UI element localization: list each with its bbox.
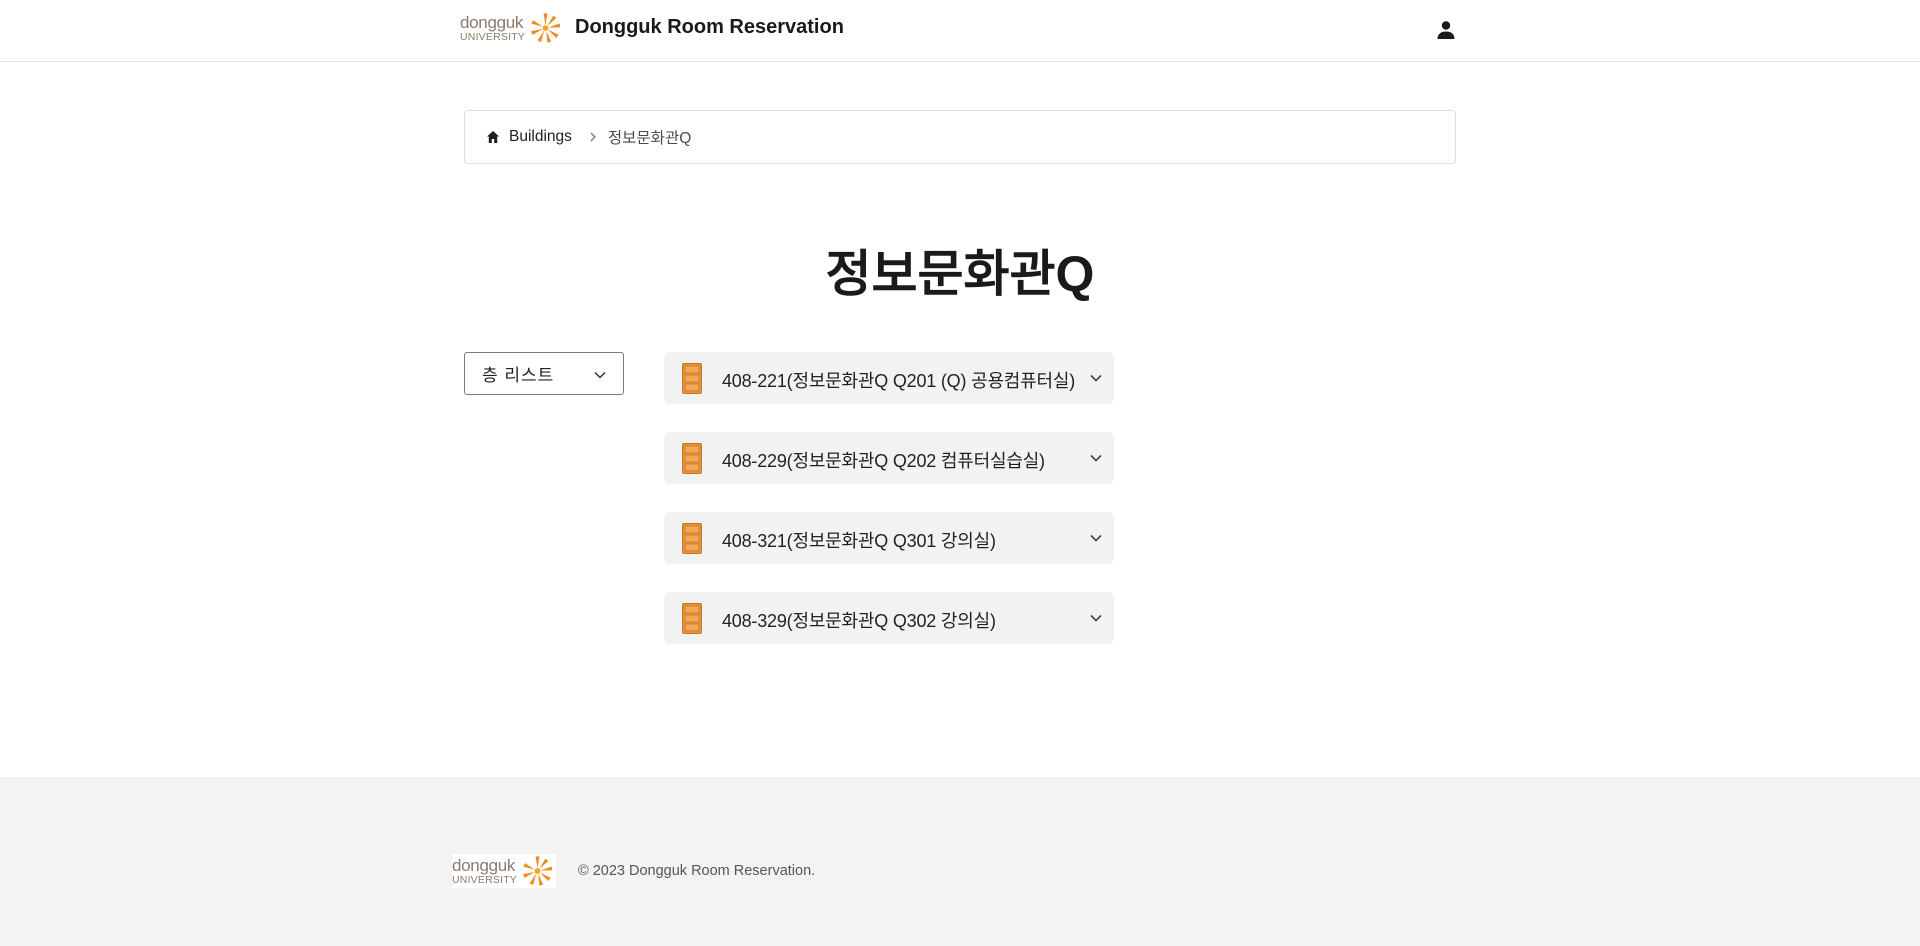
room-card[interactable]: 408-221(정보문화관Q Q201 (Q) 공용컴퓨터실) — [664, 352, 1114, 404]
door-icon — [682, 443, 702, 474]
sunburst-logo-icon — [531, 13, 561, 43]
room-name: 408-229(정보문화관Q Q202 컴퓨터실습실) — [722, 451, 1045, 471]
footer: dongguk UNIVERSITY © 2023 Dongguk Room R… — [0, 777, 1920, 946]
home-icon[interactable] — [486, 130, 500, 144]
chevron-right-icon — [590, 132, 596, 142]
door-icon — [682, 523, 702, 554]
floor-list-label: 층 리스트 — [482, 366, 555, 385]
door-icon — [682, 603, 702, 634]
page-title-text: 정보문화관Q — [825, 246, 1095, 302]
logo-sub: UNIVERSITY — [460, 30, 526, 43]
floor-list-dropdown[interactable]: 층 리스트 — [464, 352, 624, 395]
logo-wordmark: dongguk UNIVERSITY — [460, 14, 525, 43]
room-card[interactable]: 408-329(정보문화관Q Q302 강의실) — [664, 592, 1114, 644]
app-header: dongguk UNIVERSITY Dongguk Room Reservat… — [0, 0, 1920, 62]
breadcrumb: Buildings 정보문화관Q — [464, 110, 1456, 164]
room-name: 408-321(정보문화관Q Q301 강의실) — [722, 531, 996, 551]
footer-copyright: © 2023 Dongguk Room Reservation. — [578, 863, 816, 879]
chevron-down-icon — [1090, 374, 1102, 382]
room-card[interactable]: 408-321(정보문화관Q Q301 강의실) — [664, 512, 1114, 564]
logo-word: dongguk — [460, 12, 524, 32]
user-icon[interactable] — [1434, 18, 1458, 42]
footer-logo-wordmark: dongguk UNIVERSITY — [452, 857, 517, 886]
footer-logo-sub: UNIVERSITY — [452, 873, 518, 886]
room-name: 408-221(정보문화관Q Q201 (Q) 공용컴퓨터실) — [722, 371, 1076, 391]
dongguk-logo[interactable]: dongguk UNIVERSITY — [460, 11, 564, 45]
sunburst-logo-icon — [523, 856, 553, 886]
chevron-down-icon — [594, 371, 606, 379]
room-card[interactable]: 408-229(정보문화관Q Q202 컴퓨터실습실) — [664, 432, 1114, 484]
breadcrumb-buildings-link[interactable]: Buildings — [509, 128, 572, 146]
page-title: 정보문화관Q — [0, 234, 1920, 306]
chevron-down-icon — [1090, 614, 1102, 622]
app-title[interactable]: Dongguk Room Reservation — [575, 16, 844, 39]
breadcrumb-current: 정보문화관Q — [607, 130, 692, 147]
chevron-down-icon — [1090, 454, 1102, 462]
door-icon — [682, 363, 702, 394]
room-name: 408-329(정보문화관Q Q302 강의실) — [722, 611, 996, 631]
chevron-down-icon — [1090, 534, 1102, 542]
footer-logo: dongguk UNIVERSITY — [452, 854, 556, 888]
footer-logo-word: dongguk — [452, 855, 516, 875]
